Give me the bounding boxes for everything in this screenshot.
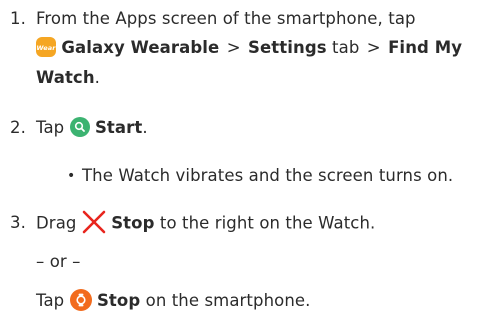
period: . [142, 118, 148, 137]
step-number: 2. [10, 118, 26, 137]
step-3-rest: to the right on the Watch. [159, 213, 376, 233]
stop-watch-icon [69, 288, 92, 311]
find-my-watch-label-part1: Find My [388, 38, 463, 57]
or-text: – or – [36, 252, 81, 271]
settings-label: Settings [248, 38, 327, 57]
step-3-alt-line: Tap Stop on the smartphone. [36, 288, 311, 313]
separator: > [366, 38, 381, 57]
find-my-watch-label-part2: Watch [36, 68, 95, 87]
bullet-text: The Watch vibrates and the screen turns … [82, 166, 454, 185]
close-icon [82, 210, 106, 234]
svg-text:Wear: Wear [36, 44, 56, 52]
tab-word: tab [332, 38, 360, 57]
step-number: 3. [10, 213, 26, 232]
step-1-line-2: Wear Galaxy Wearable > Settings tab > Fi… [36, 36, 463, 59]
tap-word: Tap [36, 118, 65, 137]
stop-label: Stop [96, 291, 141, 310]
app-name: Galaxy Wearable [61, 38, 220, 57]
instruction-document: 1. From the Apps screen of the smartphon… [0, 0, 500, 322]
tap-word: Tap [36, 291, 65, 310]
period: . [94, 68, 101, 87]
step-3-alt-rest: on the smartphone. [145, 291, 311, 310]
step-1-text: From the Apps screen of the smartphone, … [36, 9, 416, 28]
step-1-line-3: Watch. [36, 67, 100, 89]
separator: > [226, 38, 241, 57]
bullet-dot: • [67, 168, 76, 184]
start-label: Start [94, 118, 143, 137]
step-number: 1. [10, 9, 26, 28]
search-icon [69, 116, 90, 137]
stop-label: Stop [111, 213, 155, 233]
drag-word: Drag [36, 213, 77, 233]
galaxy-wearable-app-icon: Wear [36, 36, 56, 57]
or-separator: – or – [36, 251, 80, 273]
